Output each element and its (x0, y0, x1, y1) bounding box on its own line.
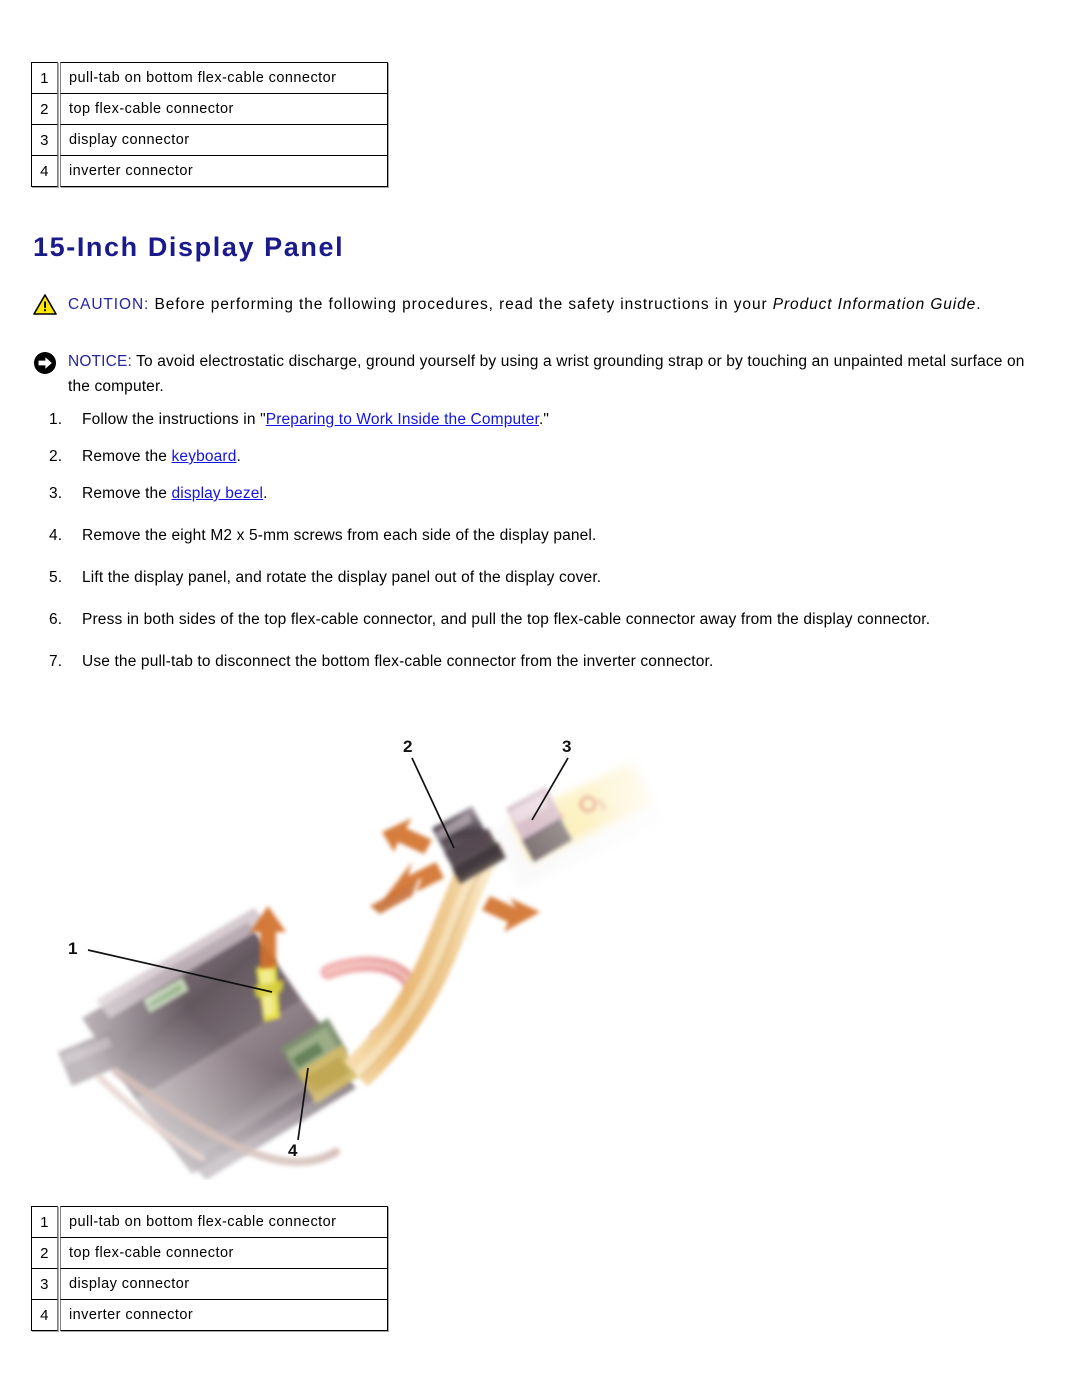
step-text-after: . (236, 448, 241, 465)
callout-label: display connector (60, 124, 388, 156)
notice-label: NOTICE: (68, 353, 132, 370)
table-row: 1 pull-tab on bottom flex-cable connecto… (31, 62, 388, 94)
callout-table-bottom: 1 pull-tab on bottom flex-cable connecto… (31, 1206, 388, 1331)
step-marker: 7. (49, 653, 63, 670)
callout-number: 2 (31, 93, 58, 125)
caution-text: CAUTION: Before performing the following… (68, 292, 1045, 317)
step-marker: 2. (49, 448, 63, 465)
list-item: 4. Remove the eight M2 x 5-mm screws from… (49, 524, 1049, 547)
callout-label: top flex-cable connector (60, 93, 388, 125)
notice-body-text: To avoid electrostatic discharge, ground… (68, 353, 1025, 395)
caution-label: CAUTION: (68, 296, 150, 313)
step-marker: 4. (49, 527, 63, 544)
step-marker: 5. (49, 569, 63, 586)
notice-arrow-circle-icon (33, 349, 68, 375)
list-item: 2. Remove the keyboard. (49, 445, 1049, 468)
list-item: 3. Remove the display bezel. (49, 482, 1049, 505)
link-display-bezel[interactable]: display bezel (172, 485, 264, 502)
callout-marker-3: 3 (562, 737, 571, 756)
callout-label: display connector (60, 1268, 388, 1300)
step-text-before: Remove the (82, 448, 172, 465)
step-text-after: . (263, 485, 268, 502)
link-keyboard[interactable]: keyboard (172, 448, 237, 465)
illustration-graphic: DELL 1 (40, 700, 680, 1180)
table-row: 3 display connector (31, 1268, 388, 1300)
step-text: Lift the display panel, and rotate the d… (82, 569, 602, 586)
callout-label: pull-tab on bottom flex-cable connector (60, 62, 388, 94)
callout-table-top: 1 pull-tab on bottom flex-cable connecto… (31, 62, 388, 187)
callout-number: 2 (31, 1237, 58, 1269)
step-text-after: ." (538, 411, 550, 428)
step-marker: 1. (49, 411, 63, 428)
list-item: 6. Press in both sides of the top flex-ca… (49, 608, 1049, 631)
step-text: Press in both sides of the top flex-cabl… (82, 611, 931, 628)
callout-number: 4 (31, 155, 58, 187)
callout-label: inverter connector (60, 155, 388, 187)
table-row: 1 pull-tab on bottom flex-cable connecto… (31, 1206, 388, 1238)
notice-text: NOTICE: To avoid electrostatic discharge… (68, 349, 1045, 399)
callout-marker-2: 2 (403, 737, 412, 756)
list-item: 5. Lift the display panel, and rotate the… (49, 566, 1049, 589)
callout-number: 3 (31, 1268, 58, 1300)
display-panel-illustration: DELL 1 (40, 700, 680, 1180)
step-marker: 6. (49, 611, 63, 628)
caution-admonition: CAUTION: Before performing the following… (33, 292, 1045, 317)
step-text-before: Remove the (82, 485, 172, 502)
callout-label: pull-tab on bottom flex-cable connector (60, 1206, 388, 1238)
callout-number: 1 (31, 1206, 58, 1238)
list-item: 7. Use the pull-tab to disconnect the bot… (49, 650, 1049, 673)
step-text-before: Follow the instructions in " (82, 411, 266, 428)
callout-number: 3 (31, 124, 58, 156)
callout-number: 4 (31, 1299, 58, 1331)
list-item: 1. Follow the instructions in "Preparing … (49, 408, 1049, 431)
step-text: Use the pull-tab to disconnect the botto… (82, 653, 714, 670)
table-row: 4 inverter connector (31, 155, 388, 187)
table-row: 3 display connector (31, 124, 388, 156)
notice-admonition: NOTICE: To avoid electrostatic discharge… (33, 349, 1045, 399)
callout-number: 1 (31, 62, 58, 94)
caution-emphasis: Product Information Guide (772, 296, 977, 313)
step-marker: 3. (49, 485, 63, 502)
caution-text-after: . (976, 296, 982, 313)
callout-label: inverter connector (60, 1299, 388, 1331)
procedure-steps: 1. Follow the instructions in "Preparing … (49, 408, 1049, 673)
callout-marker-4: 4 (288, 1141, 298, 1160)
callout-marker-1: 1 (68, 939, 77, 958)
table-row: 4 inverter connector (31, 1299, 388, 1331)
step-text: Remove the eight M2 x 5-mm screws from e… (82, 527, 597, 544)
caution-text-before: Before performing the following procedur… (149, 296, 773, 313)
page-title: 15-Inch Display Panel (33, 232, 345, 262)
link-preparing-to-work-inside-the-computer[interactable]: Preparing to Work Inside the Computer (266, 411, 539, 428)
table-row: 2 top flex-cable connector (31, 93, 388, 125)
warning-triangle-icon (33, 292, 68, 315)
callout-label: top flex-cable connector (60, 1237, 388, 1269)
table-row: 2 top flex-cable connector (31, 1237, 388, 1269)
